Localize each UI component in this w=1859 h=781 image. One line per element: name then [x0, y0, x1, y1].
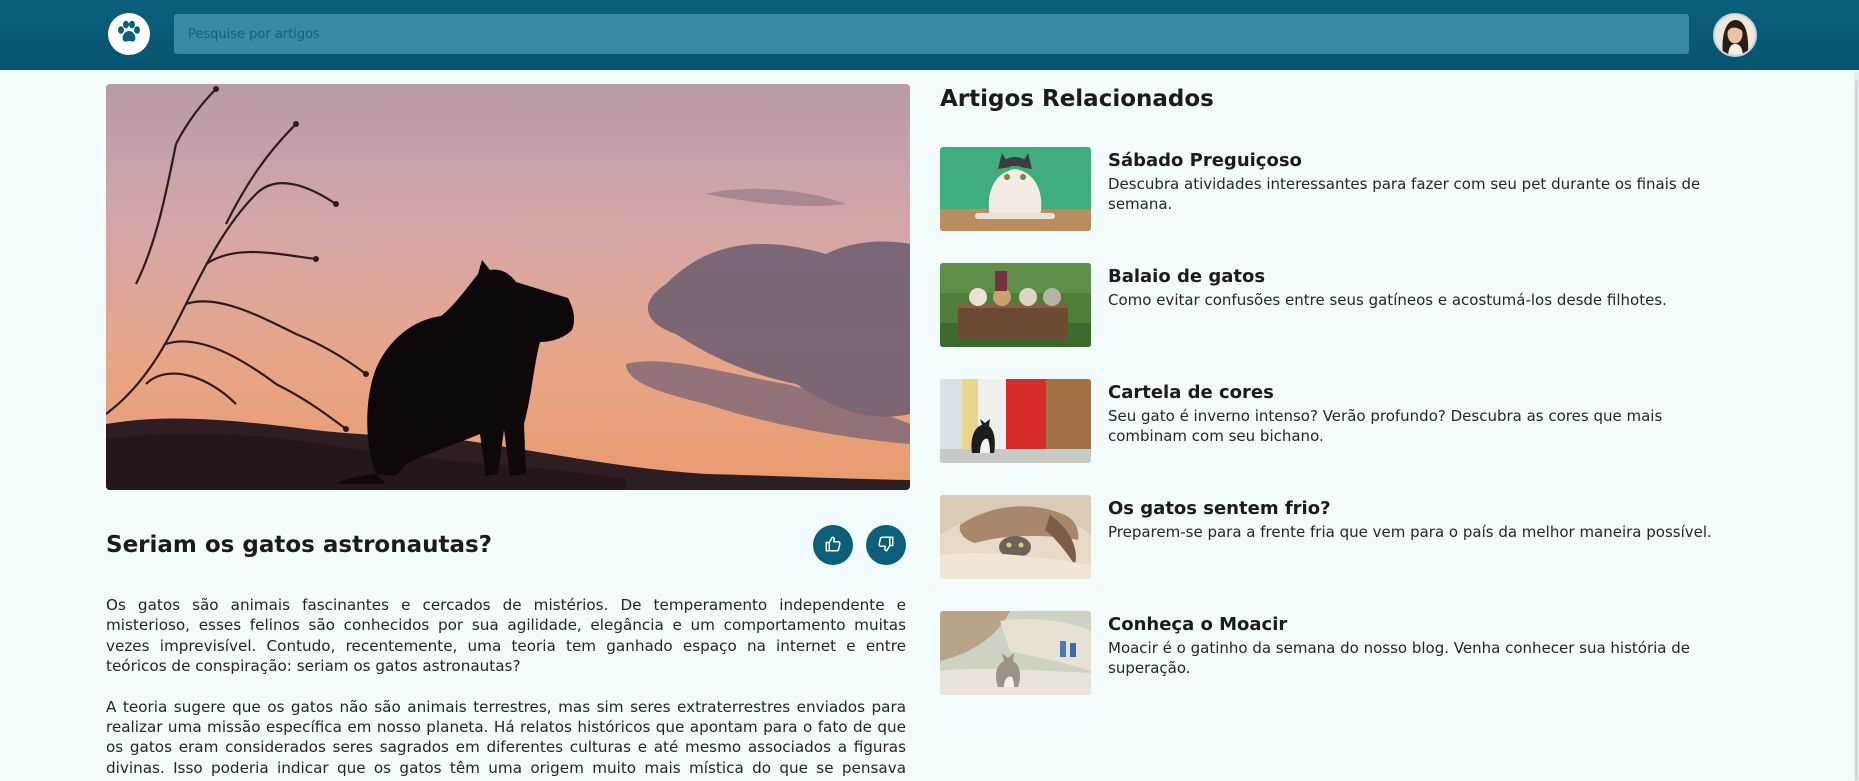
- related-article-description: Moacir é o gatinho da semana do nosso bl…: [1108, 639, 1691, 677]
- related-article-card[interactable]: Balaio de gatos Como evitar confusões en…: [940, 263, 1740, 349]
- related-article-title[interactable]: Conheça o Moacir: [1108, 614, 1287, 635]
- related-article-thumbnail[interactable]: [940, 147, 1091, 231]
- thumbs-down-icon: [877, 535, 895, 556]
- related-article-title[interactable]: Balaio de gatos: [1108, 266, 1265, 287]
- related-article-description: Descubra atividades interessantes para f…: [1108, 175, 1701, 213]
- related-articles-heading: Artigos Relacionados: [940, 86, 1214, 112]
- article-hero-image: [106, 84, 910, 490]
- like-button[interactable]: [813, 525, 853, 565]
- related-article-description: Preparem-se para a frente fria que vem p…: [1108, 523, 1712, 541]
- thumbs-up-icon: [824, 535, 842, 556]
- related-article-card[interactable]: Os gatos sentem frio? Preparem-se para a…: [940, 495, 1740, 581]
- related-article-title[interactable]: Cartela de cores: [1108, 382, 1274, 403]
- search-input[interactable]: [174, 14, 1689, 54]
- paw-icon: [116, 20, 142, 48]
- user-avatar[interactable]: [1713, 13, 1757, 57]
- related-article-thumbnail[interactable]: [940, 495, 1091, 579]
- article-paragraph: A teoria sugere que os gatos não são ani…: [106, 697, 906, 781]
- related-article-card[interactable]: Conheça o Moacir Moacir é o gatinho da s…: [940, 611, 1740, 697]
- related-article-thumbnail[interactable]: [940, 263, 1091, 347]
- related-article-title[interactable]: Sábado Preguiçoso: [1108, 150, 1302, 171]
- related-article-thumbnail[interactable]: [940, 379, 1091, 463]
- top-navbar: [0, 0, 1859, 70]
- dislike-button[interactable]: [866, 525, 906, 565]
- related-article-description: Como evitar confusões entre seus gatíneo…: [1108, 291, 1667, 309]
- scrollbar-thumb[interactable]: [1855, 80, 1858, 780]
- related-article-title[interactable]: Os gatos sentem frio?: [1108, 498, 1331, 519]
- article-paragraph: Os gatos são animais fascinantes e cerca…: [106, 596, 906, 676]
- related-article-card[interactable]: Cartela de cores Seu gato é inverno inte…: [940, 379, 1740, 465]
- article-body: Os gatos são animais fascinantes e cerca…: [106, 595, 906, 781]
- related-article-thumbnail[interactable]: [940, 611, 1091, 695]
- logo-button[interactable]: [108, 13, 150, 55]
- related-article-description: Seu gato é inverno intenso? Verão profun…: [1108, 407, 1663, 445]
- article-title: Seriam os gatos astronautas?: [106, 532, 493, 558]
- related-article-card[interactable]: Sábado Preguiçoso Descubra atividades in…: [940, 147, 1740, 233]
